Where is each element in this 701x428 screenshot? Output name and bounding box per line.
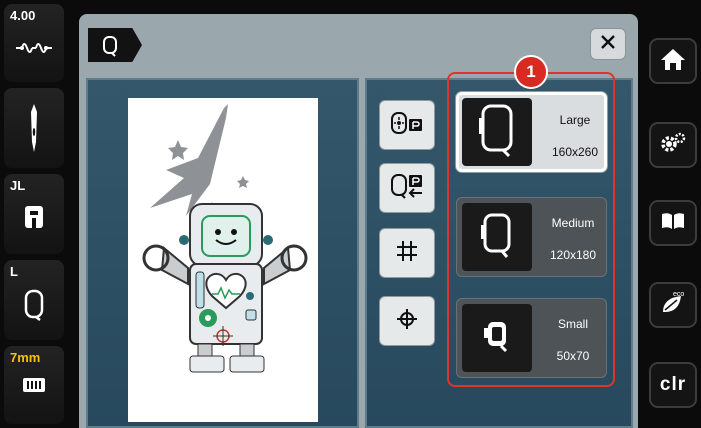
needle-icon bbox=[4, 102, 64, 159]
settings-button[interactable] bbox=[649, 122, 697, 168]
gear-icon bbox=[659, 132, 687, 159]
hoop-option-medium[interactable]: Medium 120x180 bbox=[456, 197, 607, 277]
hoop-icon bbox=[4, 288, 64, 327]
hoop-canvas bbox=[128, 98, 318, 422]
hoop-thumbnail bbox=[462, 203, 532, 271]
crosshair-icon bbox=[396, 308, 418, 335]
large-hoop-icon bbox=[477, 102, 517, 163]
hoop-option-large[interactable]: Large 160x260 bbox=[456, 92, 607, 172]
hoop-label: L bbox=[10, 264, 18, 279]
small-hoop-icon bbox=[482, 318, 512, 359]
presser-foot-icon bbox=[4, 204, 64, 235]
feed-dog-icon bbox=[4, 376, 64, 399]
grid-icon bbox=[396, 240, 418, 267]
thread-length-value: 7mm bbox=[10, 350, 41, 365]
hoop-thumbnail bbox=[462, 98, 532, 166]
stitch-width-value: 4.00 bbox=[10, 8, 36, 23]
presser-foot-cell[interactable]: JL bbox=[4, 174, 64, 254]
book-icon bbox=[660, 211, 686, 236]
stitch-pattern-icon bbox=[4, 34, 64, 67]
stitch-width-cell[interactable]: 4.00 bbox=[4, 4, 64, 82]
eco-leaf-icon: eco bbox=[659, 290, 687, 321]
medium-hoop-icon bbox=[479, 211, 515, 264]
eco-button[interactable]: eco bbox=[649, 282, 697, 328]
hoop-thumbnail bbox=[462, 304, 532, 372]
hoop-center-icon bbox=[390, 111, 424, 140]
home-button[interactable] bbox=[649, 38, 697, 84]
navigation-sidebar: eco clr bbox=[645, 0, 701, 428]
guide-button[interactable] bbox=[649, 200, 697, 246]
clear-button[interactable]: clr bbox=[649, 362, 697, 408]
home-icon bbox=[660, 47, 686, 76]
needle-cell[interactable] bbox=[4, 88, 64, 168]
svg-text:eco: eco bbox=[673, 291, 684, 298]
presser-foot-label: JL bbox=[10, 178, 26, 193]
hoop-option-small[interactable]: Small 50x70 bbox=[456, 298, 607, 378]
hoop-center-button[interactable] bbox=[379, 100, 435, 150]
hoop-name: Large bbox=[559, 113, 591, 127]
crosshair-button[interactable] bbox=[379, 296, 435, 346]
status-sidebar: 4.00 JL L 7mm bbox=[0, 0, 72, 428]
grid-button[interactable] bbox=[379, 228, 435, 278]
callout-badge: 1 bbox=[514, 55, 548, 89]
dialog-title-tab bbox=[88, 28, 142, 62]
hoop-size: 50x70 bbox=[556, 349, 590, 363]
hoop-size: 120x180 bbox=[549, 248, 597, 262]
hoop-change-icon bbox=[390, 173, 424, 204]
hoop-name: Small bbox=[557, 317, 588, 331]
robot-embroidery-design bbox=[142, 104, 308, 373]
hoop-cell[interactable]: L bbox=[4, 260, 64, 340]
hoop-size: 160x260 bbox=[551, 145, 599, 159]
hoop-change-button[interactable] bbox=[379, 163, 435, 213]
hoop-title-icon bbox=[102, 35, 118, 62]
close-icon bbox=[600, 34, 616, 55]
hoop-name: Medium bbox=[551, 216, 595, 230]
thread-length-cell[interactable]: 7mm bbox=[4, 346, 64, 424]
close-button[interactable] bbox=[590, 28, 626, 60]
